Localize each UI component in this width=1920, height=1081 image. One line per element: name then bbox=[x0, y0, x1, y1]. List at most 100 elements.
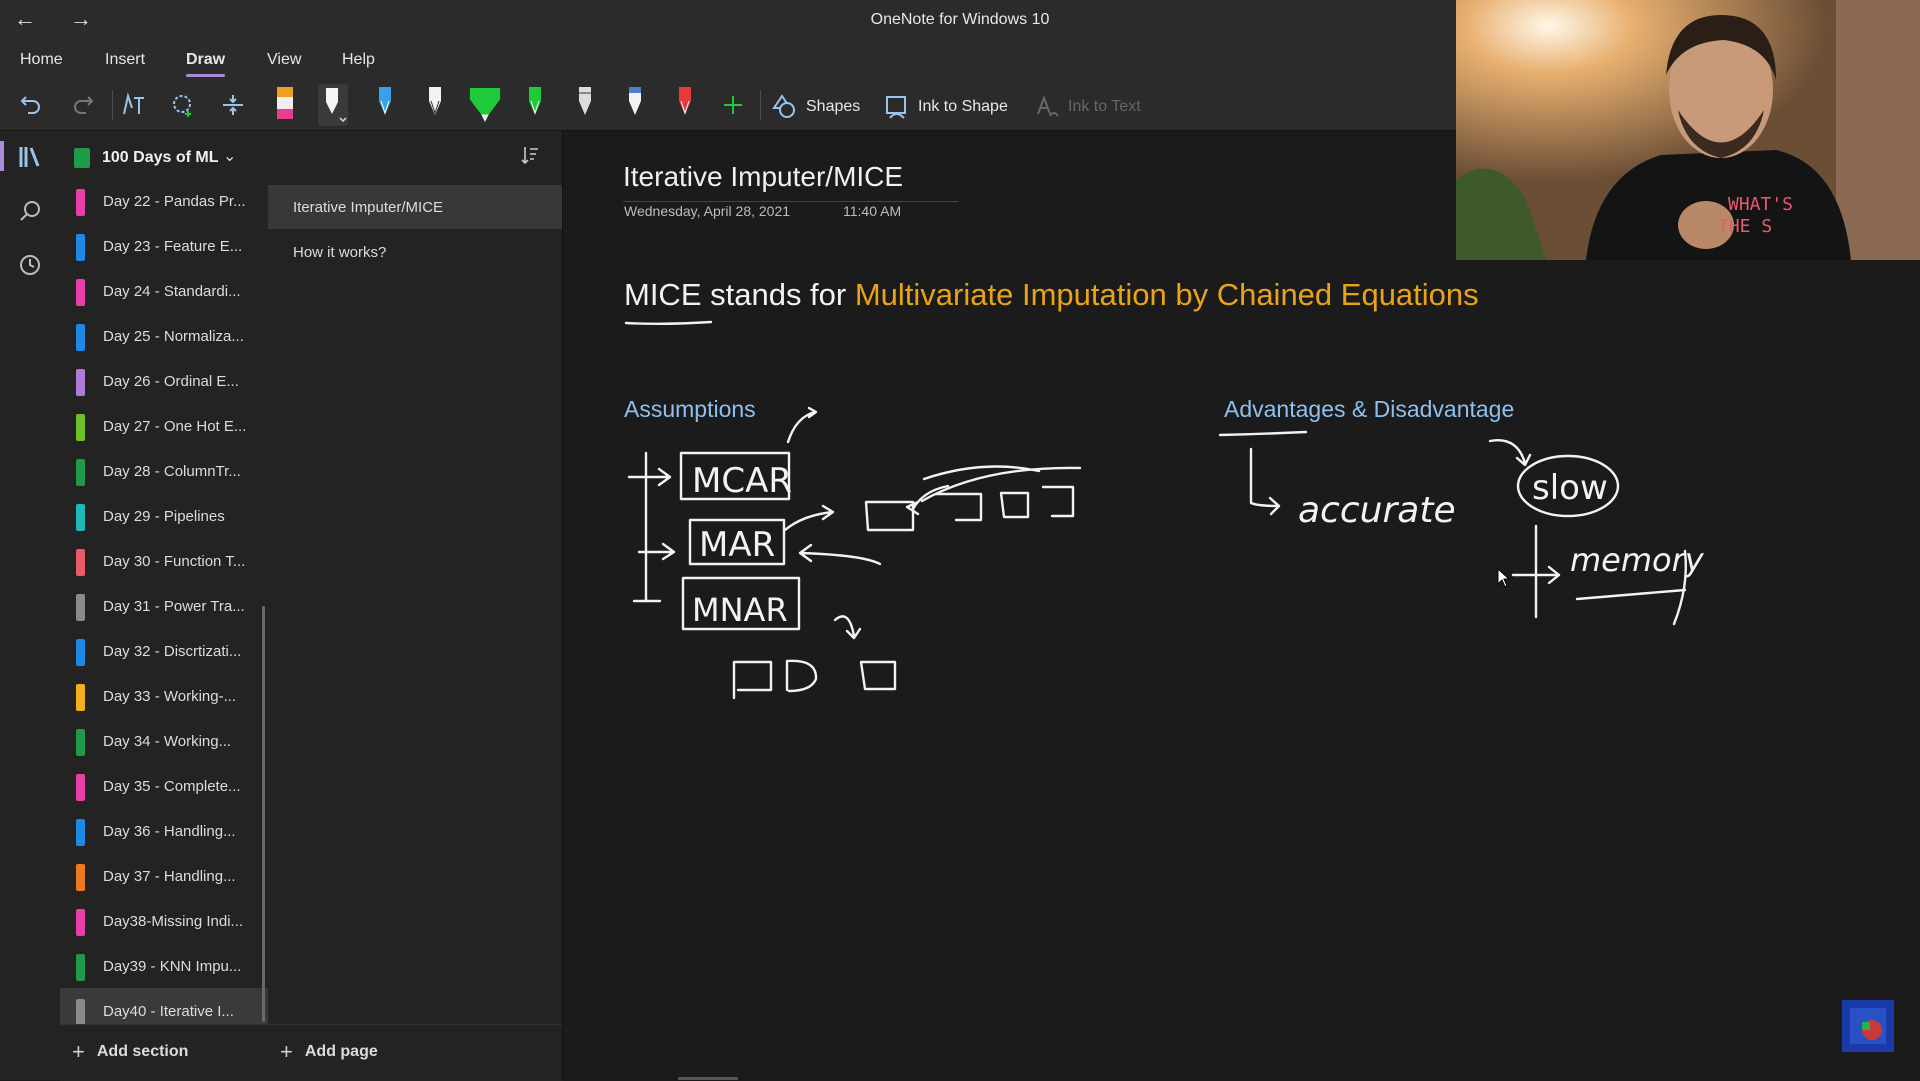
section-item[interactable]: Day39 - KNN Impu... bbox=[60, 943, 268, 988]
ink-square-lower bbox=[859, 660, 897, 691]
page-item[interactable]: Iterative Imputer/MICE bbox=[268, 185, 562, 229]
section-color-tab bbox=[76, 369, 85, 396]
select-text-icon[interactable] bbox=[116, 88, 150, 122]
ink-arrow-accurate bbox=[1249, 447, 1281, 516]
section-item[interactable]: Day 35 - Complete... bbox=[60, 763, 268, 808]
add-bar: + Add section + Add page bbox=[60, 1024, 562, 1081]
ink-square bbox=[864, 500, 915, 532]
section-color-tab bbox=[76, 189, 85, 216]
add-space-icon[interactable] bbox=[216, 88, 250, 122]
menu-view[interactable]: View bbox=[267, 51, 301, 69]
section-label: Day 28 - ColumnTr... bbox=[103, 463, 241, 480]
section-item[interactable]: Day38-Missing Indi... bbox=[60, 898, 268, 943]
add-section-button[interactable]: + Add section bbox=[72, 1039, 188, 1064]
section-color-tab bbox=[76, 639, 85, 666]
section-item[interactable]: Day40 - Iterative I... bbox=[60, 988, 268, 1024]
section-color-tab bbox=[76, 999, 85, 1024]
ink-square bbox=[1041, 485, 1075, 518]
pen-white-selected[interactable] bbox=[316, 84, 350, 126]
search-icon[interactable] bbox=[14, 195, 46, 227]
section-label: Day 24 - Standardi... bbox=[103, 283, 241, 300]
ink-arrow-mar-in bbox=[798, 543, 882, 566]
shirt-text-line1: WHAT'S bbox=[1728, 194, 1793, 215]
ink-to-shape-button[interactable]: Ink to Shape bbox=[884, 94, 1008, 120]
section-label: Day 29 - Pipelines bbox=[103, 508, 225, 525]
menu-help[interactable]: Help bbox=[342, 51, 375, 69]
section-label: Day 27 - One Hot E... bbox=[103, 418, 247, 435]
pencil-white[interactable] bbox=[568, 87, 602, 122]
section-color-tab bbox=[76, 909, 85, 936]
pen-blue-2[interactable] bbox=[618, 87, 652, 122]
section-item[interactable]: Day 24 - Standardi... bbox=[60, 268, 268, 313]
ink-arrow-slow bbox=[1488, 439, 1532, 467]
rail-active-indicator bbox=[0, 141, 4, 171]
notebook-name[interactable]: 100 Days of ML bbox=[102, 149, 218, 167]
ink-text-slow: slow bbox=[1532, 468, 1608, 508]
plus-icon: + bbox=[280, 1039, 293, 1064]
ink-text-mnar: MNAR bbox=[692, 591, 788, 629]
plus-icon: + bbox=[72, 1039, 85, 1064]
ink-to-text-button[interactable]: Ink to Text bbox=[1034, 94, 1141, 120]
shirt-text-line2: THE S bbox=[1718, 216, 1772, 237]
navigation-rail bbox=[0, 131, 60, 1080]
highlighter-green[interactable] bbox=[468, 88, 502, 122]
lasso-select-icon[interactable] bbox=[166, 88, 200, 122]
ink-drawing-layer: MCAR MAR MNAR accurate slow memory bbox=[624, 320, 1705, 700]
section-color-tab bbox=[76, 459, 85, 486]
highlighter-pen-tool[interactable] bbox=[268, 87, 302, 122]
ink-to-shape-label: Ink to Shape bbox=[918, 98, 1008, 115]
undo-icon[interactable] bbox=[14, 88, 48, 122]
section-color-tab bbox=[76, 954, 85, 981]
pen-green[interactable] bbox=[518, 87, 552, 122]
toolbar-separator bbox=[760, 90, 761, 120]
ink-square bbox=[934, 492, 983, 522]
section-color-tab bbox=[76, 819, 85, 846]
add-page-button[interactable]: + Add page bbox=[280, 1039, 378, 1064]
channel-logo-icon bbox=[1842, 1000, 1894, 1052]
section-item[interactable]: Day 23 - Feature E... bbox=[60, 223, 268, 268]
notebook-header[interactable]: 100 Days of ML ⌄ bbox=[60, 131, 562, 185]
section-color-tab bbox=[76, 684, 85, 711]
section-item[interactable]: Day 37 - Handling... bbox=[60, 853, 268, 898]
section-label: Day 35 - Complete... bbox=[103, 778, 241, 795]
shapes-button[interactable]: Shapes bbox=[772, 94, 860, 120]
section-item[interactable]: Day 31 - Power Tra... bbox=[60, 583, 268, 628]
section-item[interactable]: Day 34 - Working... bbox=[60, 718, 268, 763]
note-canvas[interactable]: Iterative Imputer/MICE Wednesday, April … bbox=[563, 131, 1920, 1080]
recent-notes-icon[interactable] bbox=[14, 249, 46, 281]
ink-text-mcar: MCAR bbox=[692, 461, 792, 501]
pen-blue[interactable] bbox=[368, 87, 402, 122]
section-label: Day 23 - Feature E... bbox=[103, 238, 243, 255]
redo-icon[interactable] bbox=[66, 88, 100, 122]
sort-icon[interactable] bbox=[520, 145, 540, 170]
section-item[interactable]: Day 25 - Normaliza... bbox=[60, 313, 268, 358]
page-label: How it works? bbox=[293, 244, 387, 261]
ink-text-accurate: accurate bbox=[1298, 490, 1456, 531]
section-item[interactable]: Day 33 - Working-... bbox=[60, 673, 268, 718]
page-item[interactable]: How it works? bbox=[268, 230, 562, 274]
menu-home[interactable]: Home bbox=[20, 51, 63, 69]
section-item[interactable]: Day 22 - Pandas Pr... bbox=[60, 185, 268, 223]
section-item[interactable]: Day 30 - Function T... bbox=[60, 538, 268, 583]
ink-branch-mar bbox=[637, 542, 676, 561]
pen-white[interactable] bbox=[418, 87, 452, 122]
section-label: Day 25 - Normaliza... bbox=[103, 328, 244, 345]
menu-draw[interactable]: Draw bbox=[186, 51, 226, 77]
section-item[interactable]: Day 32 - Discrtizati... bbox=[60, 628, 268, 673]
section-color-tab bbox=[76, 279, 85, 306]
section-label: Day 31 - Power Tra... bbox=[103, 598, 245, 615]
section-item[interactable]: Day 26 - Ordinal E... bbox=[60, 358, 268, 403]
ink-arrow-mar-out bbox=[783, 504, 835, 532]
add-pen-icon[interactable] bbox=[716, 88, 750, 122]
notebooks-icon[interactable] bbox=[14, 141, 46, 173]
section-item[interactable]: Day 27 - One Hot E... bbox=[60, 403, 268, 448]
section-color-tab bbox=[76, 504, 85, 531]
section-item[interactable]: Day 36 - Handling... bbox=[60, 808, 268, 853]
chevron-down-icon[interactable]: ⌄ bbox=[223, 146, 236, 166]
menu-insert[interactable]: Insert bbox=[105, 51, 145, 69]
pages-list: Iterative Imputer/MICE How it works? bbox=[268, 185, 562, 1024]
sections-scrollbar[interactable] bbox=[262, 606, 265, 1022]
section-item[interactable]: Day 28 - ColumnTr... bbox=[60, 448, 268, 493]
pen-red[interactable] bbox=[668, 87, 702, 122]
section-item[interactable]: Day 29 - Pipelines bbox=[60, 493, 268, 538]
